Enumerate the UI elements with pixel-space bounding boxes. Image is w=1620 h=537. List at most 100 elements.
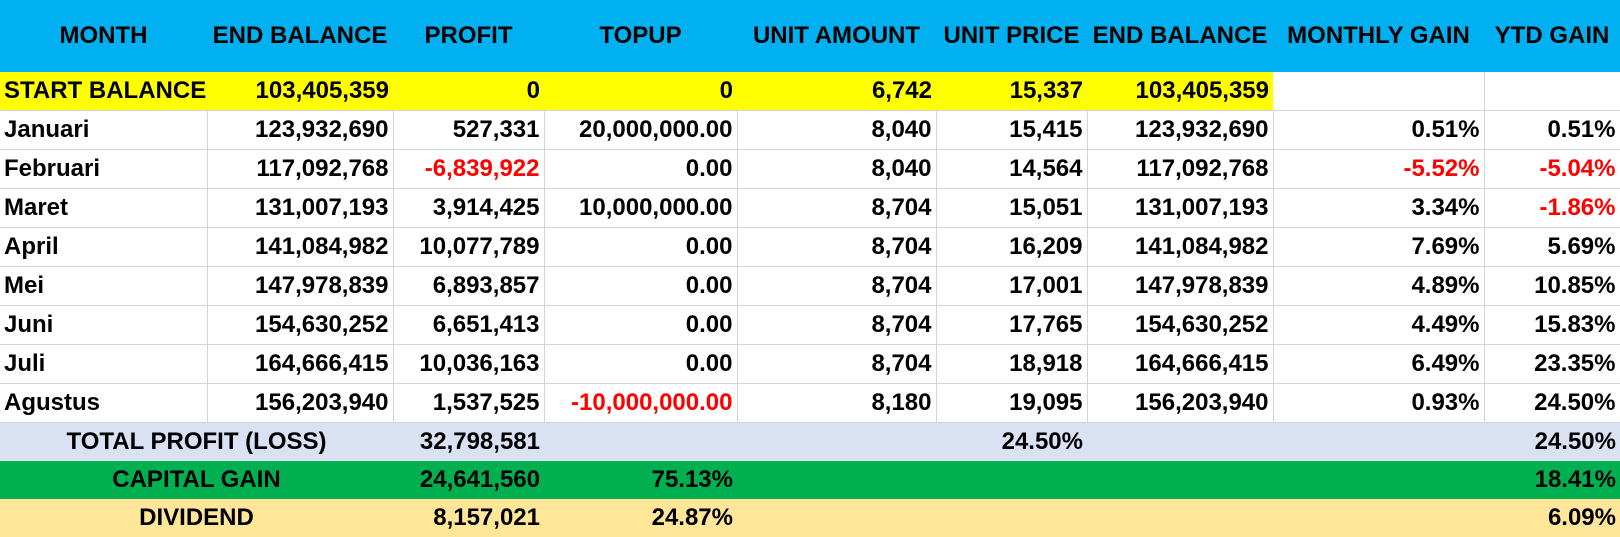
header-unit-price[interactable]: UNIT PRICE bbox=[936, 0, 1087, 72]
unit-amount-cell[interactable]: 8,704 bbox=[737, 227, 937, 267]
unit-amount-cell[interactable]: 8,180 bbox=[737, 383, 937, 423]
topup-cell[interactable]: 0.00 bbox=[544, 149, 738, 189]
monthly-gain-cell[interactable]: 7.69% bbox=[1273, 227, 1485, 267]
start-end-balance[interactable]: 103,405,359 bbox=[207, 72, 393, 111]
monthly-gain-cell[interactable]: -5.52% bbox=[1273, 149, 1485, 189]
monthly-gain-cell[interactable]: 3.34% bbox=[1273, 188, 1485, 228]
capital-gain-empty-2[interactable] bbox=[936, 461, 1087, 499]
end-balance-cell[interactable]: 164,666,415 bbox=[207, 344, 394, 384]
unit-price-cell[interactable]: 17,001 bbox=[936, 266, 1088, 306]
month-cell[interactable]: Maret bbox=[0, 188, 208, 228]
end-balance-2-cell[interactable]: 117,092,768 bbox=[1087, 149, 1274, 189]
dividend-empty-1[interactable] bbox=[737, 499, 936, 537]
start-unit-amount[interactable]: 6,742 bbox=[737, 72, 936, 111]
month-cell[interactable]: Februari bbox=[0, 149, 208, 189]
total-end-balance-cell[interactable] bbox=[1087, 422, 1273, 461]
unit-amount-cell[interactable]: 8,704 bbox=[737, 188, 937, 228]
profit-cell[interactable]: -6,839,922 bbox=[393, 149, 545, 189]
month-cell[interactable]: Mei bbox=[0, 266, 208, 306]
unit-amount-cell[interactable]: 8,040 bbox=[737, 149, 937, 189]
total-ytd-gain[interactable]: 24.50% bbox=[1484, 422, 1620, 461]
header-month[interactable]: MONTH bbox=[0, 0, 207, 72]
ytd-gain-cell[interactable]: 0.51% bbox=[1484, 110, 1620, 150]
end-balance-2-cell[interactable]: 147,978,839 bbox=[1087, 266, 1274, 306]
end-balance-2-cell[interactable]: 141,084,982 bbox=[1087, 227, 1274, 267]
monthly-gain-cell[interactable]: 6.49% bbox=[1273, 344, 1485, 384]
monthly-gain-cell[interactable]: 0.93% bbox=[1273, 383, 1485, 423]
monthly-gain-cell[interactable]: 0.51% bbox=[1273, 110, 1485, 150]
unit-amount-cell[interactable]: 8,704 bbox=[737, 305, 937, 345]
total-topup-cell[interactable] bbox=[544, 422, 737, 461]
topup-cell[interactable]: -10,000,000.00 bbox=[544, 383, 738, 423]
capital-gain-empty-1[interactable] bbox=[737, 461, 936, 499]
topup-cell[interactable]: 10,000,000.00 bbox=[544, 188, 738, 228]
profit-cell[interactable]: 6,893,857 bbox=[393, 266, 545, 306]
unit-price-cell[interactable]: 18,918 bbox=[936, 344, 1088, 384]
total-profit-value[interactable]: 32,798,581 bbox=[393, 422, 544, 461]
month-cell[interactable]: Juni bbox=[0, 305, 208, 345]
profit-cell[interactable]: 3,914,425 bbox=[393, 188, 545, 228]
dividend-label[interactable]: DIVIDEND bbox=[0, 499, 393, 537]
end-balance-cell[interactable]: 154,630,252 bbox=[207, 305, 394, 345]
unit-amount-cell[interactable]: 8,040 bbox=[737, 110, 937, 150]
monthly-gain-cell[interactable]: 4.89% bbox=[1273, 266, 1485, 306]
month-cell[interactable]: Juli bbox=[0, 344, 208, 384]
end-balance-cell[interactable]: 156,203,940 bbox=[207, 383, 394, 423]
header-end-balance-2[interactable]: END BALANCE bbox=[1087, 0, 1273, 72]
end-balance-2-cell[interactable]: 123,932,690 bbox=[1087, 110, 1274, 150]
topup-cell[interactable]: 0.00 bbox=[544, 344, 738, 384]
start-topup[interactable]: 0 bbox=[544, 72, 737, 111]
topup-cell[interactable]: 0.00 bbox=[544, 266, 738, 306]
topup-cell[interactable]: 20,000,000.00 bbox=[544, 110, 738, 150]
end-balance-cell[interactable]: 141,084,982 bbox=[207, 227, 394, 267]
ytd-gain-cell[interactable]: 23.35% bbox=[1484, 344, 1620, 384]
end-balance-2-cell[interactable]: 164,666,415 bbox=[1087, 344, 1274, 384]
header-unit-amount[interactable]: UNIT AMOUNT bbox=[737, 0, 936, 72]
unit-price-cell[interactable]: 16,209 bbox=[936, 227, 1088, 267]
total-monthly-gain-cell[interactable] bbox=[1273, 422, 1484, 461]
header-end-balance[interactable]: END BALANCE bbox=[207, 0, 393, 72]
dividend-empty-2[interactable] bbox=[936, 499, 1087, 537]
ytd-gain-cell[interactable]: 24.50% bbox=[1484, 383, 1620, 423]
profit-cell[interactable]: 10,077,789 bbox=[393, 227, 545, 267]
total-profit-pct[interactable]: 24.50% bbox=[936, 422, 1087, 461]
total-profit-label[interactable]: TOTAL PROFIT (LOSS) bbox=[0, 422, 393, 461]
total-unit-amount-cell[interactable] bbox=[737, 422, 936, 461]
unit-price-cell[interactable]: 15,415 bbox=[936, 110, 1088, 150]
start-ytd-gain-cell[interactable] bbox=[1484, 72, 1620, 111]
capital-gain-ytd[interactable]: 18.41% bbox=[1484, 461, 1620, 499]
ytd-gain-cell[interactable]: -5.04% bbox=[1484, 149, 1620, 189]
start-unit-price[interactable]: 15,337 bbox=[936, 72, 1087, 111]
dividend-value[interactable]: 8,157,021 bbox=[393, 499, 544, 537]
ytd-gain-cell[interactable]: -1.86% bbox=[1484, 188, 1620, 228]
end-balance-2-cell[interactable]: 156,203,940 bbox=[1087, 383, 1274, 423]
end-balance-cell[interactable]: 123,932,690 bbox=[207, 110, 394, 150]
capital-gain-label[interactable]: CAPITAL GAIN bbox=[0, 461, 393, 499]
profit-cell[interactable]: 527,331 bbox=[393, 110, 545, 150]
month-cell[interactable]: Januari bbox=[0, 110, 208, 150]
start-profit[interactable]: 0 bbox=[393, 72, 544, 111]
unit-price-cell[interactable]: 15,051 bbox=[936, 188, 1088, 228]
unit-amount-cell[interactable]: 8,704 bbox=[737, 266, 937, 306]
header-profit[interactable]: PROFIT bbox=[393, 0, 544, 72]
ytd-gain-cell[interactable]: 15.83% bbox=[1484, 305, 1620, 345]
unit-price-cell[interactable]: 17,765 bbox=[936, 305, 1088, 345]
month-cell[interactable]: April bbox=[0, 227, 208, 267]
profit-cell[interactable]: 6,651,413 bbox=[393, 305, 545, 345]
dividend-ytd[interactable]: 6.09% bbox=[1484, 499, 1620, 537]
topup-cell[interactable]: 0.00 bbox=[544, 227, 738, 267]
end-balance-2-cell[interactable]: 131,007,193 bbox=[1087, 188, 1274, 228]
unit-amount-cell[interactable]: 8,704 bbox=[737, 344, 937, 384]
topup-cell[interactable]: 0.00 bbox=[544, 305, 738, 345]
end-balance-cell[interactable]: 131,007,193 bbox=[207, 188, 394, 228]
ytd-gain-cell[interactable]: 5.69% bbox=[1484, 227, 1620, 267]
unit-price-cell[interactable]: 19,095 bbox=[936, 383, 1088, 423]
capital-gain-empty-3[interactable] bbox=[1087, 461, 1273, 499]
end-balance-cell[interactable]: 147,978,839 bbox=[207, 266, 394, 306]
header-monthly-gain[interactable]: MONTHLY GAIN bbox=[1273, 0, 1484, 72]
end-balance-cell[interactable]: 117,092,768 bbox=[207, 149, 394, 189]
month-cell[interactable]: Agustus bbox=[0, 383, 208, 423]
ytd-gain-cell[interactable]: 10.85% bbox=[1484, 266, 1620, 306]
dividend-empty-4[interactable] bbox=[1273, 499, 1484, 537]
header-ytd-gain[interactable]: YTD GAIN bbox=[1484, 0, 1620, 72]
